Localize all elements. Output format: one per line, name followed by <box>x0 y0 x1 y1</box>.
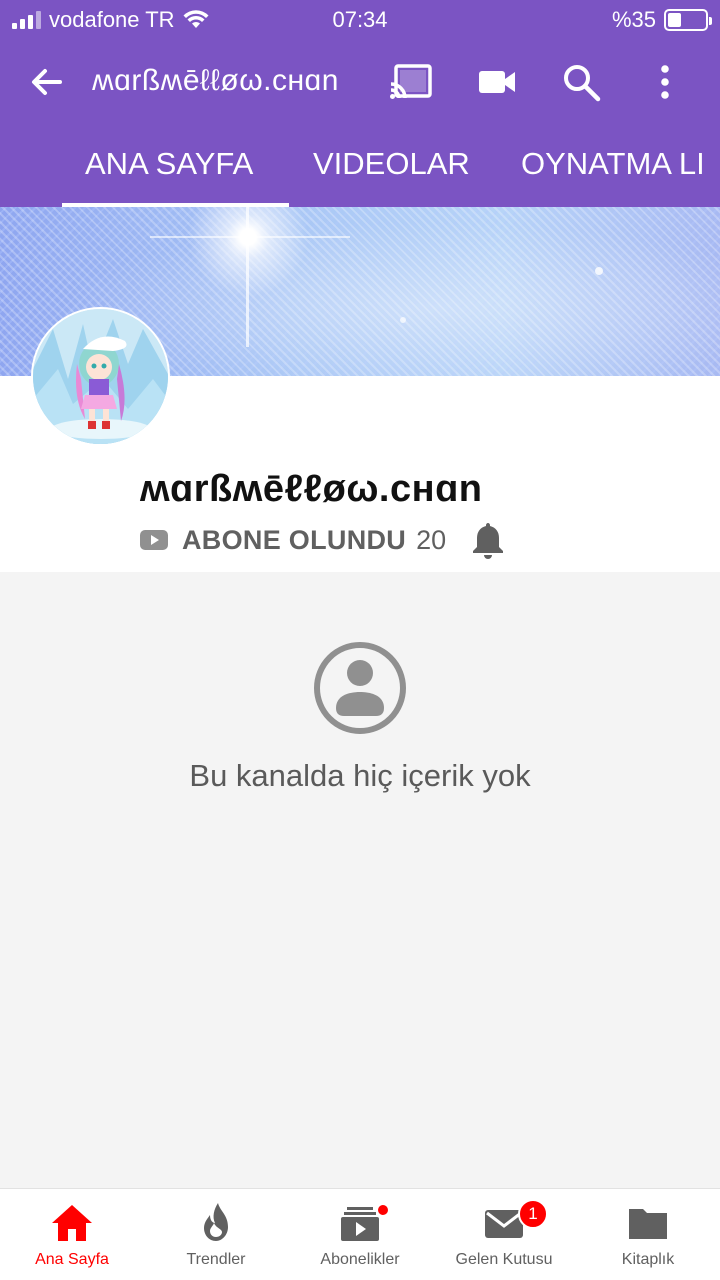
tab-videos[interactable]: VIDEOLAR <box>313 146 470 182</box>
new-content-dot <box>376 1203 390 1217</box>
youtube-play-icon <box>140 530 168 550</box>
account-circle-icon <box>314 642 406 734</box>
back-arrow-icon[interactable] <box>26 62 66 102</box>
bottom-navigation: Ana Sayfa Trendler Abonelikler 1 Gelen K… <box>0 1188 720 1280</box>
fire-icon <box>204 1203 228 1241</box>
search-button[interactable] <box>558 60 604 104</box>
search-icon <box>564 65 601 102</box>
nav-home[interactable]: Ana Sayfa <box>0 1189 144 1280</box>
channel-header-bar: vodafone TR 07:34 %35 ʍɑrßʍēℓℓøω.cʜɑn AN… <box>0 0 720 207</box>
battery-percent: %35 <box>611 7 656 32</box>
upload-video-button[interactable] <box>474 60 520 104</box>
cast-button[interactable] <box>388 60 434 104</box>
nav-label: Trendler <box>186 1251 246 1268</box>
video-camera-icon <box>479 71 515 93</box>
status-bar: vodafone TR 07:34 %35 <box>0 0 720 40</box>
tab-home[interactable]: ANA SAYFA <box>85 146 253 182</box>
home-icon <box>52 1205 92 1241</box>
more-vert-icon <box>661 65 669 99</box>
tab-playlists[interactable]: OYNATMA LI <box>521 146 705 182</box>
avatar-character-image <box>33 309 168 444</box>
subscribed-button[interactable]: ABONE OLUNDU <box>182 525 406 556</box>
library-folder-icon <box>629 1209 667 1239</box>
channel-tabs: ANA SAYFA VIDEOLAR OYNATMA LI <box>0 124 720 207</box>
more-options-button[interactable] <box>642 60 688 104</box>
nav-label: Kitaplık <box>621 1251 675 1268</box>
nav-subscriptions[interactable]: Abonelikler <box>288 1189 432 1280</box>
battery-icon <box>664 9 712 31</box>
channel-name: ʍɑrßʍēℓℓøω.cʜɑn <box>140 468 483 510</box>
channel-avatar[interactable] <box>31 307 170 446</box>
app-bar: ʍɑrßʍēℓℓøω.cʜɑn <box>0 40 720 124</box>
notification-bell-icon[interactable] <box>470 520 506 560</box>
app-bar-title: ʍɑrßʍēℓℓøω.cʜɑn <box>92 64 339 97</box>
subscription-row: ABONE OLUNDU 20 <box>140 520 506 560</box>
empty-content-area: Bu kanalda hiç içerik yok <box>0 572 720 1188</box>
nav-label: Gelen Kutusu <box>455 1251 553 1268</box>
cast-icon <box>390 64 432 99</box>
inbox-badge: 1 <box>518 1199 548 1229</box>
nav-label: Abonelikler <box>320 1251 400 1268</box>
nav-label: Ana Sayfa <box>35 1251 109 1268</box>
empty-state-message: Bu kanalda hiç içerik yok <box>189 758 531 793</box>
nav-library[interactable]: Kitaplık <box>576 1189 720 1280</box>
nav-trending[interactable]: Trendler <box>144 1189 288 1280</box>
nav-inbox[interactable]: 1 Gelen Kutusu <box>432 1189 576 1280</box>
subscriber-count: 20 <box>416 524 447 555</box>
